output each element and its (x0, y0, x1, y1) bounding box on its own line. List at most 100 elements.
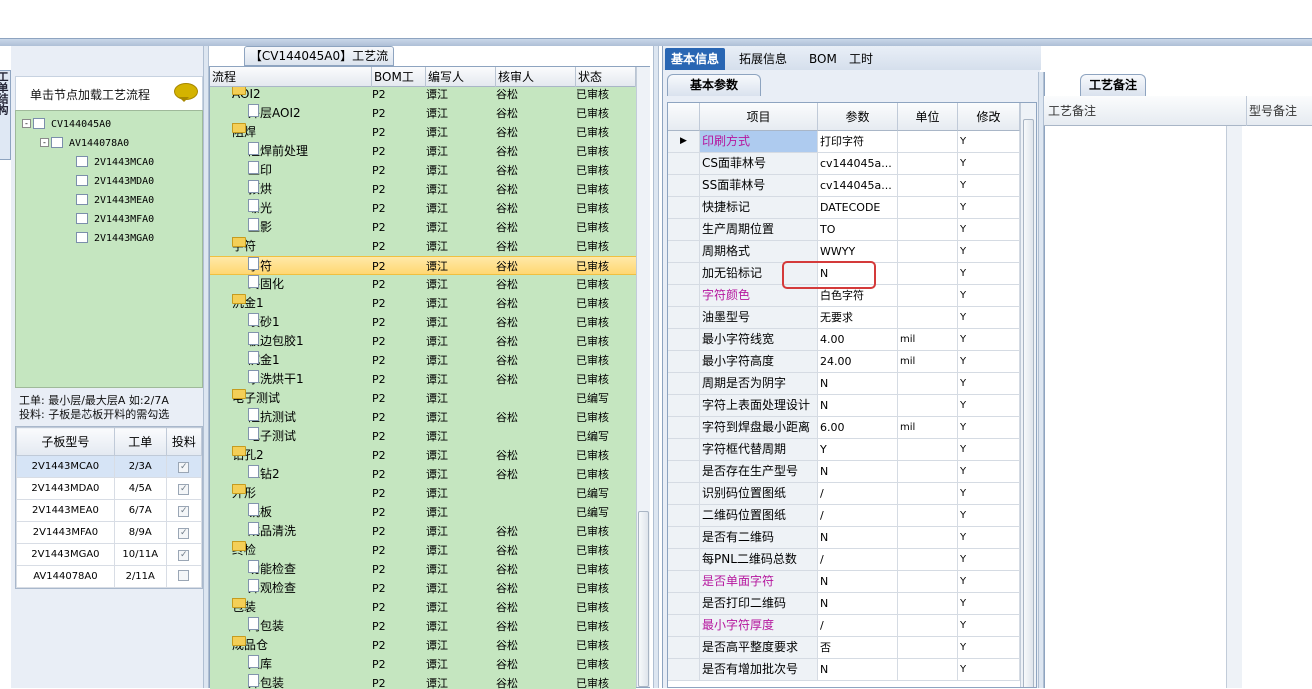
param-value[interactable]: N (818, 395, 898, 416)
process-row[interactable]: 外观检查 P2 谭江 谷松 已审核 (210, 579, 636, 598)
param-value[interactable]: N (818, 461, 898, 482)
process-row[interactable]: 预烘 P2 谭江 谷松 已审核 (210, 180, 636, 199)
param-value[interactable]: 无要求 (818, 307, 898, 328)
param-row[interactable]: 油墨型号 无要求 Y (668, 307, 1020, 329)
vertical-tab-structure[interactable]: 工单结构 (0, 70, 11, 160)
param-row[interactable]: CS面菲林号 cv144045a... Y (668, 153, 1020, 175)
param-value[interactable]: 打印字符 (818, 131, 898, 152)
header-reviewer[interactable]: 核审人 (496, 67, 576, 87)
process-row[interactable]: -终检 P2 谭江 谷松 已审核 (210, 541, 636, 560)
process-row[interactable]: 铣板 P2 谭江 已编写 (210, 503, 636, 522)
subboard-row[interactable]: AV144078A0 2/11A (16, 565, 203, 588)
param-row[interactable]: 最小字符高度 24.00 mil Y (668, 351, 1020, 373)
tree-node[interactable]: 2V1443MEA0 (58, 191, 154, 207)
subboard-row[interactable]: 2V1443MDA0 4/5A ✓ (16, 477, 203, 500)
param-row[interactable]: 最小字符厚度 / Y (668, 615, 1020, 637)
param-value[interactable]: WWYY (818, 241, 898, 262)
subboard-row[interactable]: 2V1443MGA0 10/11A ✓ (16, 543, 203, 566)
header-flow[interactable]: 流程 (210, 67, 372, 87)
param-row[interactable]: 识别码位置图纸 / Y (668, 483, 1020, 505)
header-writer[interactable]: 编写人 (426, 67, 496, 87)
remarks-header-model[interactable]: 型号备注 (1246, 96, 1312, 126)
param-value[interactable]: N (818, 659, 898, 680)
subboard-header[interactable]: 工单 (113, 427, 167, 456)
feed-checkbox[interactable]: ✓ (178, 461, 190, 473)
process-row[interactable]: -沉金1 P2 谭江 谷松 已审核 (210, 294, 636, 313)
header-status[interactable]: 状态 (576, 67, 636, 87)
param-row[interactable]: 每PNL二维码总数 / Y (668, 549, 1020, 571)
param-row[interactable]: ▶ 印刷方式 打印字符 Y (668, 131, 1020, 153)
feed-checkbox[interactable]: ✓ (178, 505, 190, 517)
param-value[interactable]: / (818, 615, 898, 636)
process-row[interactable]: 喷砂1 P2 谭江 谷松 已审核 (210, 313, 636, 332)
feed-checkbox[interactable]: ✓ (178, 527, 190, 539)
process-row[interactable]: -成品仓 P2 谭江 谷松 已审核 (210, 636, 636, 655)
param-value[interactable]: DATECODE (818, 197, 898, 218)
subboard-row[interactable]: 2V1443MCA0 2/3A ✓ (16, 455, 203, 478)
params-header-item[interactable]: 项目 (700, 103, 818, 131)
process-row[interactable]: 字符 P2 谭江 谷松 已审核 (210, 256, 636, 275)
param-row[interactable]: 最小字符线宽 4.00 mil Y (668, 329, 1020, 351)
tab-basic-info[interactable]: 基本信息 (665, 48, 726, 70)
process-scrollbar[interactable] (636, 67, 650, 687)
feed-checkbox[interactable]: ✓ (178, 549, 190, 561)
process-title-tab[interactable]: 【CV144045A0】工艺流程 (244, 46, 394, 81)
tab-work-hours[interactable]: 工时 (843, 48, 879, 70)
subboard-header[interactable]: 投料 (165, 427, 203, 456)
param-row[interactable]: 周期格式 WWYY Y (668, 241, 1020, 263)
param-value[interactable]: / (818, 483, 898, 504)
middle-splitter[interactable] (653, 46, 659, 688)
process-row[interactable]: -包装 P2 谭江 谷松 已审核 (210, 598, 636, 617)
process-row[interactable]: 曝光 P2 谭江 谷松 已审核 (210, 199, 636, 218)
param-row[interactable]: 是否高平整度要求否 Y (668, 637, 1020, 659)
param-row[interactable]: SS面菲林号 cv144045a... Y (668, 175, 1020, 197)
subboard-header[interactable]: 子板型号 (16, 427, 115, 456)
expander-icon[interactable]: - (22, 119, 31, 128)
param-value[interactable]: N (818, 373, 898, 394)
param-value[interactable]: / (818, 505, 898, 526)
params-scrollbar-thumb[interactable] (1023, 119, 1034, 687)
feed-checkbox[interactable]: ✓ (178, 483, 190, 495)
remarks-header-process[interactable]: 工艺备注 (1048, 96, 1244, 126)
tree-node[interactable]: - CV144045A0 (22, 115, 111, 131)
process-row[interactable]: -钻孔2 P2 谭江 谷松 已审核 (210, 446, 636, 465)
process-row[interactable]: -阻焊 P2 谭江 谷松 已审核 (210, 123, 636, 142)
tab-bom[interactable]: BOM (803, 48, 843, 70)
process-row[interactable]: 丝印 P2 谭江 谷松 已审核 (210, 161, 636, 180)
expander-icon[interactable]: - (40, 138, 49, 147)
subboard-row[interactable]: 2V1443MEA0 6/7A ✓ (16, 499, 203, 522)
remarks-scrollbar[interactable] (1226, 126, 1242, 688)
process-row[interactable]: 功能检查 P2 谭江 谷松 已审核 (210, 560, 636, 579)
speech-bubble-icon[interactable] (174, 83, 198, 102)
param-value[interactable]: Y (818, 439, 898, 460)
param-row[interactable]: 是否打印二维码 N Y (668, 593, 1020, 615)
params-header-mod[interactable]: 修改 (958, 103, 1020, 131)
param-row[interactable]: 是否有增加批次号 N Y (668, 659, 1020, 681)
param-row[interactable]: 生产周期位置 TO Y (668, 219, 1020, 241)
top-splitter-bar[interactable] (0, 38, 1312, 46)
process-row[interactable]: -外形 P2 谭江 已编写 (210, 484, 636, 503)
process-row[interactable]: 电子测试 P2 谭江 已编写 (210, 427, 636, 446)
params-scrollbar[interactable] (1020, 103, 1036, 687)
process-row[interactable]: 终固化 P2 谭江 谷松 已审核 (210, 275, 636, 294)
param-value[interactable]: 否 (818, 637, 898, 658)
subtab-basic-params[interactable]: 基本参数 (667, 74, 761, 96)
param-value[interactable]: TO (818, 219, 898, 240)
param-row[interactable]: 是否有二维码 N Y (668, 527, 1020, 549)
process-row[interactable]: 外包装 P2 谭江 谷松 已审核 (210, 674, 636, 689)
tree-node[interactable]: 2V1443MGA0 (58, 229, 154, 245)
tree-node[interactable]: 2V1443MDA0 (58, 172, 154, 188)
param-value[interactable]: N (818, 527, 898, 548)
header-bom[interactable]: BOM工厂 (372, 67, 426, 104)
process-row[interactable]: -AOI2 P2 谭江 谷松 已审核 (210, 87, 636, 104)
tab-process-remarks[interactable]: 工艺备注 (1080, 74, 1146, 96)
process-scrollbar-thumb[interactable] (638, 511, 649, 687)
param-value[interactable]: 24.00 (818, 351, 898, 372)
tree-node[interactable]: - AV144078A0 (40, 134, 129, 150)
process-row[interactable]: 显影 P2 谭江 谷松 已审核 (210, 218, 636, 237)
process-row[interactable]: -字符 P2 谭江 谷松 已审核 (210, 237, 636, 256)
params-header-value[interactable]: 参数 (818, 103, 898, 131)
param-row[interactable]: 快捷标记 DATECODE Y (668, 197, 1020, 219)
process-row[interactable]: 二钻2 P2 谭江 谷松 已审核 (210, 465, 636, 484)
params-header-unit[interactable]: 单位 (898, 103, 958, 131)
